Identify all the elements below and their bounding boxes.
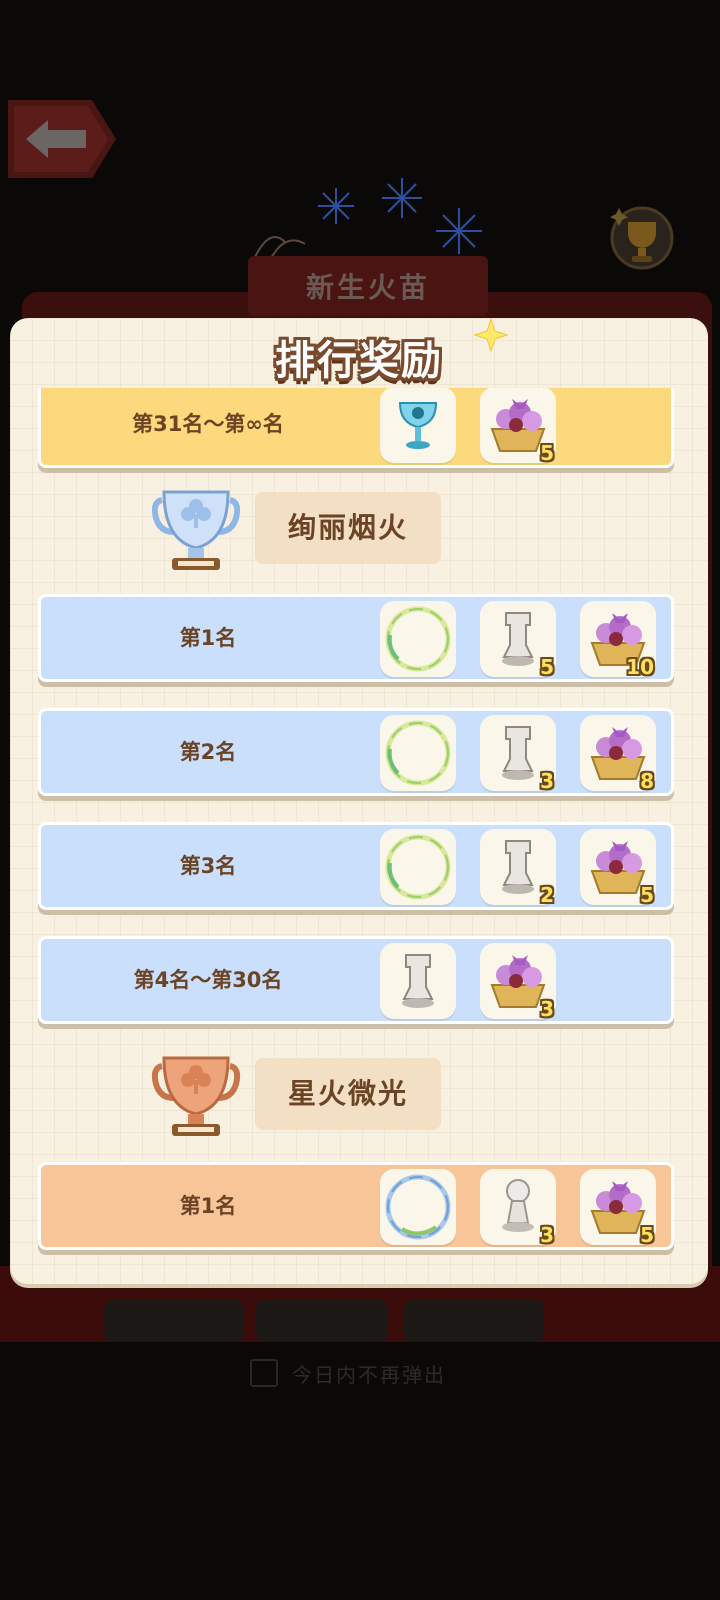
firework-icon [318,188,354,224]
reward-slot[interactable] [380,1169,456,1245]
dont-show-today-toggle[interactable]: 今日内不再弹出 [250,1358,446,1388]
reward-row: 第4名～第30名 3 [38,936,674,1024]
firework-icon [382,178,422,218]
avatar-frame-blue-icon [385,1174,451,1240]
dont-show-checkbox[interactable] [250,1359,278,1387]
reward-slot[interactable] [380,388,456,463]
background-tab [404,1300,544,1342]
avatar-frame-icon [385,720,451,786]
reward-quantity: 5 [540,441,554,465]
reward-slot[interactable]: 8 [580,715,656,793]
rank-label: 第1名 [179,626,237,650]
reward-row: 第31名～第∞名 5 [38,388,674,468]
reward-quantity: 2 [540,883,554,907]
rank-label: 第3名 [179,854,237,878]
reward-row: 第1名 5 10 [38,594,674,682]
reward-quantity: 10 [626,655,654,679]
reward-quantity: 8 [640,769,654,793]
tier-header: 绚丽烟火 [10,482,708,578]
tier-name: 绚丽烟火 [255,492,441,564]
avatar-frame-icon [385,834,451,900]
reward-row: 第1名 3 5 [38,1162,674,1250]
reward-slot[interactable]: 5 [580,829,656,907]
reward-quantity: 5 [640,1223,654,1247]
reward-row: 第2名 3 8 [38,708,674,796]
reward-slot[interactable]: 5 [580,1169,656,1247]
bronze-trophy-icon [151,1056,241,1136]
tier-header: 星火微光 [10,1048,708,1144]
panel-title: 排行奖励 [275,338,443,384]
reward-quantity: 3 [540,997,554,1021]
background-tab [256,1300,388,1342]
rank-label: 第1名 [179,1194,237,1218]
reward-quantity: 5 [640,883,654,907]
trophy-button[interactable] [608,204,676,272]
reward-quantity: 3 [540,1223,554,1247]
reward-slot[interactable]: 3 [480,1169,556,1247]
dont-show-label: 今日内不再弹出 [292,1362,446,1387]
rank-label: 第31名～第∞名 [132,412,284,436]
rank-label: 第4名～第30名 [133,968,283,992]
background-tab [104,1300,244,1342]
reward-row: 第3名 2 5 [38,822,674,910]
reward-slot[interactable]: 10 [580,601,656,679]
reward-slot[interactable] [380,829,456,905]
reward-slot[interactable]: 3 [480,715,556,793]
reward-slot[interactable] [380,715,456,791]
crystal-goblet-icon [398,402,438,449]
reward-slot[interactable]: 5 [480,388,556,465]
tier-name: 星火微光 [255,1058,441,1130]
sparkle-icon [474,318,508,352]
reward-slot[interactable]: 5 [480,601,556,679]
rank-label: 第2名 [179,740,237,764]
event-title: 新生火苗 [305,271,430,304]
rank-rewards-panel: 排行奖励 第31名～第∞名 5 绚丽烟火 第1名 5 10 第2名 3 8 第3… [10,318,708,1284]
avatar-frame-icon [385,606,451,672]
reward-quantity: 5 [540,655,554,679]
reward-slot[interactable] [380,601,456,677]
rewards-list[interactable]: 第31名～第∞名 5 绚丽烟火 第1名 5 10 第2名 3 8 第3名 2 5… [10,388,708,1284]
back-button[interactable] [8,100,116,178]
firework-icon [436,208,482,254]
chess-piece-icon [402,954,434,1008]
reward-quantity: 3 [540,769,554,793]
reward-slot[interactable]: 3 [480,943,556,1021]
reward-slot[interactable]: 2 [480,829,556,907]
reward-slot[interactable] [380,943,456,1019]
event-title-banner: 新生火苗 [248,256,488,316]
silver-trophy-icon [151,490,241,570]
